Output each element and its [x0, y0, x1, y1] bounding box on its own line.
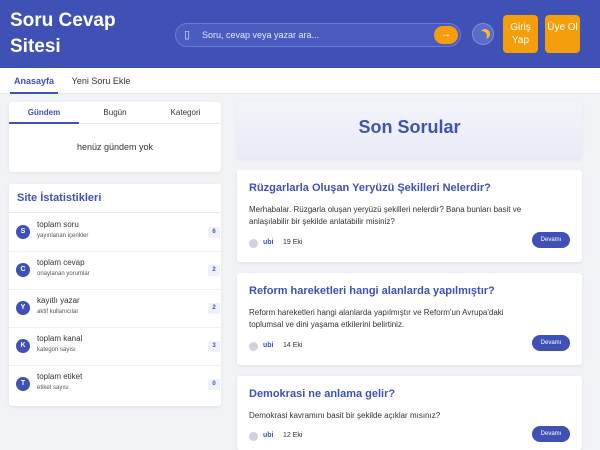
- tab-category[interactable]: Kategori: [150, 102, 221, 124]
- stat-sub: aktif kullanıcılar: [37, 309, 79, 315]
- question-excerpt: Reform hareketleri hangi alanlarda yapıl…: [249, 308, 504, 329]
- tab-new-question[interactable]: Yeni Soru Ekle: [66, 68, 136, 94]
- stat-sub: yayınlanan içerikler: [37, 233, 89, 239]
- tab-today[interactable]: Bugün: [80, 102, 150, 124]
- read-more-button[interactable]: Devamı: [532, 335, 570, 351]
- stat-row: K toplam kanal kategori sayısı 3: [9, 328, 221, 366]
- stat-label: toplam soru: [37, 220, 79, 229]
- question-author[interactable]: ubi: [263, 432, 274, 439]
- moon-icon: [477, 31, 487, 41]
- divider: [9, 212, 221, 213]
- read-more-button[interactable]: Devamı: [532, 426, 570, 442]
- search-input[interactable]: [202, 27, 430, 43]
- stat-row: Y kayıtlı yazar aktif kullanıcılar 2: [9, 290, 221, 328]
- stat-letter-badge: K: [16, 339, 30, 353]
- question-author[interactable]: ubi: [263, 239, 274, 246]
- recent-questions-header: Son Sorular: [237, 101, 582, 159]
- stat-count: 3: [208, 341, 220, 352]
- stat-label: kayıtlı yazar: [37, 296, 80, 305]
- avatar: [249, 432, 258, 441]
- question-card: Demokrasi ne anlama gelir? Demokrasi kav…: [237, 376, 582, 450]
- stat-letter-badge: T: [16, 377, 30, 391]
- stat-count: 2: [208, 303, 220, 314]
- recent-questions-title: Son Sorular: [358, 117, 461, 137]
- search-box[interactable]: ▯ →: [175, 23, 461, 47]
- stat-letter-badge: C: [16, 263, 30, 277]
- search-icon: ▯: [184, 29, 191, 41]
- stat-letter-badge: S: [16, 225, 30, 239]
- question-date: 12 Eki: [283, 432, 303, 439]
- stat-count: 2: [208, 265, 220, 276]
- stats-title: Site İstatistikleri: [17, 192, 102, 204]
- tab-agenda[interactable]: Gündem: [9, 102, 79, 124]
- agenda-empty-text: henüz gündem yok: [76, 142, 154, 152]
- question-date: 19 Eki: [283, 239, 303, 246]
- stat-row: T toplam etiket etiket sayısı 0: [9, 366, 221, 404]
- question-card: Rüzgarlarla Oluşan Yeryüzü Şekilleri Nel…: [237, 170, 582, 262]
- avatar: [249, 239, 258, 248]
- question-card: Reform hareketleri hangi alanlarda yapıl…: [237, 273, 582, 365]
- read-more-button[interactable]: Devamı: [532, 232, 570, 248]
- stat-row: C toplam cevap onaylanan yorumlar 2: [9, 252, 221, 290]
- question-title-link[interactable]: Demokrasi ne anlama gelir?: [249, 388, 569, 400]
- question-date: 14 Eki: [283, 342, 303, 349]
- avatar: [249, 342, 258, 351]
- stat-count: 6: [208, 227, 220, 238]
- tab-home[interactable]: Anasayfa: [10, 68, 58, 94]
- search-submit-button[interactable]: →: [434, 26, 458, 44]
- stat-sub: kategori sayısı: [37, 347, 76, 353]
- question-title-link[interactable]: Rüzgarlarla Oluşan Yeryüzü Şekilleri Nel…: [249, 182, 569, 194]
- stat-sub: etiket sayısı: [37, 385, 69, 391]
- agenda-card: Gündem Bugün Kategori henüz gündem yok: [9, 102, 221, 172]
- register-button[interactable]: Üye Ol: [545, 15, 580, 53]
- stat-label: toplam kanal: [37, 334, 83, 343]
- stat-letter-badge: Y: [16, 301, 30, 315]
- nav-bar: Anasayfa Yeni Soru Ekle: [0, 68, 600, 94]
- question-title-link[interactable]: Reform hareketleri hangi alanlarda yapıl…: [249, 285, 569, 297]
- stat-row: S toplam soru yayınlanan içerikler 6: [9, 214, 221, 252]
- stat-sub: onaylanan yorumlar: [37, 271, 90, 277]
- site-stats-card: Site İstatistikleri S toplam soru yayınl…: [9, 184, 221, 406]
- site-title[interactable]: Soru Cevap Sitesi: [10, 8, 160, 60]
- question-author[interactable]: ubi: [263, 342, 274, 349]
- question-excerpt: Demokrasi kavramını basit bir şekilde aç…: [249, 411, 441, 420]
- stat-count: 0: [208, 379, 220, 390]
- theme-toggle-button[interactable]: [472, 23, 494, 45]
- stat-label: toplam cevap: [37, 258, 85, 267]
- site-header: Soru Cevap Sitesi ▯ → Giriş Yap Üye Ol: [0, 0, 600, 68]
- stat-label: toplam etiket: [37, 372, 83, 381]
- question-excerpt: Merhabalar. Rüzgarla oluşan yeryüzü şeki…: [249, 205, 522, 226]
- login-button[interactable]: Giriş Yap: [503, 15, 538, 53]
